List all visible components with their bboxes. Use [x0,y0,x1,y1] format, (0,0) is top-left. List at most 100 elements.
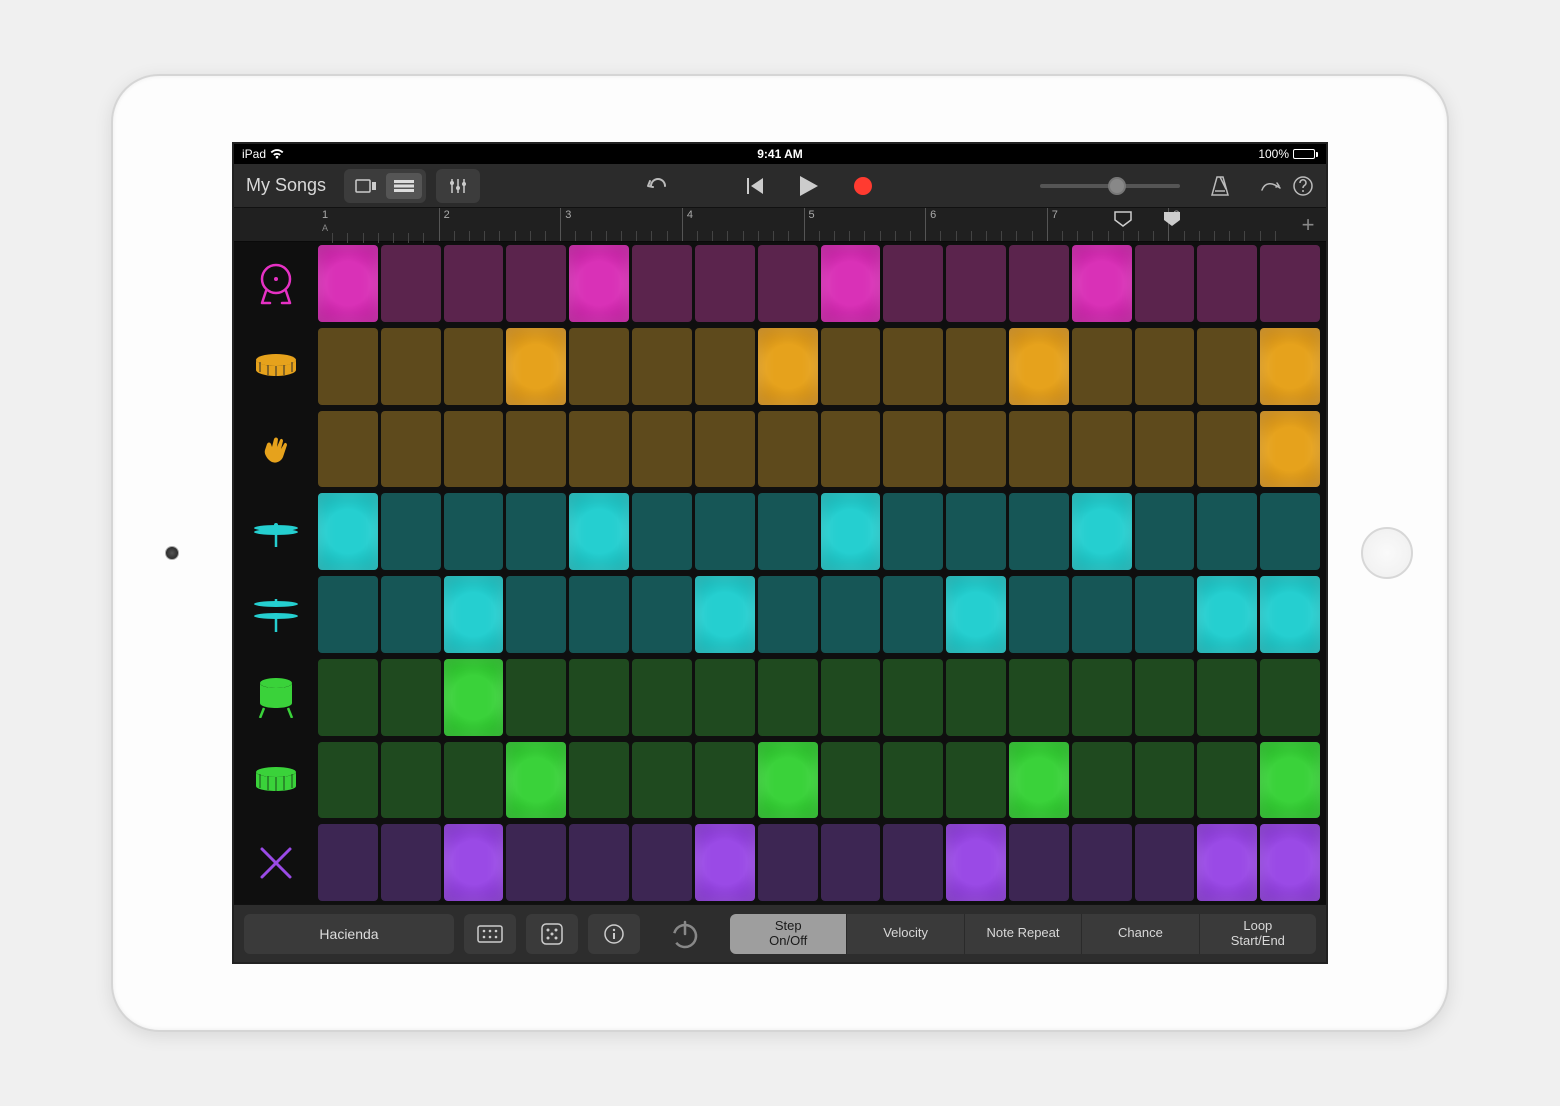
step-cell[interactable] [946,659,1006,736]
step-cell[interactable] [1135,411,1195,488]
step-cell[interactable] [1072,742,1132,819]
mode-tab-chance[interactable]: Chance [1081,914,1198,954]
metronome-button[interactable] [1210,175,1230,197]
step-cell[interactable] [1135,659,1195,736]
step-cell[interactable] [632,824,692,901]
mode-tab-step[interactable]: StepOn/Off [730,914,846,954]
step-cell[interactable] [1135,824,1195,901]
step-cell[interactable] [1009,576,1069,653]
step-cell[interactable] [883,328,943,405]
step-cell[interactable] [758,742,818,819]
step-cell[interactable] [632,245,692,322]
step-cell[interactable] [506,493,566,570]
step-cell[interactable] [695,328,755,405]
step-cell[interactable] [318,576,378,653]
step-cell[interactable] [1197,659,1257,736]
step-cell[interactable] [1135,245,1195,322]
step-cell[interactable] [632,742,692,819]
step-cell[interactable] [883,576,943,653]
step-cell[interactable] [821,411,881,488]
step-cell[interactable] [569,659,629,736]
step-cell[interactable] [444,328,504,405]
step-cell[interactable] [506,328,566,405]
step-cell[interactable] [1197,824,1257,901]
step-cell[interactable] [318,493,378,570]
ruler-beat-7[interactable]: 7 [1047,208,1169,241]
step-cell[interactable] [883,245,943,322]
step-cell[interactable] [444,742,504,819]
play-button[interactable] [794,171,824,201]
step-cell[interactable] [758,659,818,736]
step-cell[interactable] [1009,824,1069,901]
step-cell[interactable] [883,742,943,819]
step-cell[interactable] [821,245,881,322]
step-cell[interactable] [1009,411,1069,488]
ruler-beat-8[interactable]: 8 [1168,208,1290,241]
kit-selector[interactable]: Hacienda [244,914,454,954]
step-cell[interactable] [318,742,378,819]
step-cell[interactable] [695,411,755,488]
step-cell[interactable] [821,824,881,901]
ruler-beat-1[interactable]: 1A [318,208,439,241]
hihat-closed-icon[interactable] [234,493,318,570]
step-cell[interactable] [1072,328,1132,405]
timeline-ruler[interactable]: 1A2345678+ [234,208,1326,242]
step-cell[interactable] [1197,742,1257,819]
ruler-beat-4[interactable]: 4 [682,208,804,241]
step-cell[interactable] [946,576,1006,653]
step-cell[interactable] [1009,245,1069,322]
ruler-beat-6[interactable]: 6 [925,208,1047,241]
step-cell[interactable] [444,824,504,901]
step-cell[interactable] [1260,742,1320,819]
step-cell[interactable] [569,411,629,488]
step-cell[interactable] [1009,742,1069,819]
kick-drum-icon[interactable] [234,245,318,322]
undo-button[interactable] [642,171,672,201]
step-cell[interactable] [506,659,566,736]
step-cell[interactable] [1135,576,1195,653]
step-cell[interactable] [758,493,818,570]
step-cell[interactable] [506,245,566,322]
step-cell[interactable] [1135,328,1195,405]
step-cell[interactable] [758,824,818,901]
step-cell[interactable] [318,245,378,322]
step-cell[interactable] [1197,493,1257,570]
step-cell[interactable] [381,824,441,901]
step-cell[interactable] [569,493,629,570]
add-section-button[interactable]: + [1290,208,1326,241]
step-cell[interactable] [318,824,378,901]
step-cell[interactable] [758,328,818,405]
step-cell[interactable] [1260,576,1320,653]
step-cell[interactable] [1072,659,1132,736]
browser-view-button[interactable] [348,173,384,199]
info-button[interactable] [588,914,640,954]
step-cell[interactable] [569,742,629,819]
mode-tab-loop[interactable]: LoopStart/End [1199,914,1316,954]
record-button[interactable] [848,171,878,201]
step-cell[interactable] [946,742,1006,819]
floor-tom-icon[interactable] [234,742,318,819]
step-cell[interactable] [1135,742,1195,819]
ruler-beat-2[interactable]: 2 [439,208,561,241]
step-cell[interactable] [946,328,1006,405]
step-cell[interactable] [1197,328,1257,405]
mode-tab-velocity[interactable]: Velocity [846,914,963,954]
step-cell[interactable] [632,659,692,736]
step-cell[interactable] [506,824,566,901]
tom-icon[interactable] [234,659,318,736]
step-cell[interactable] [506,411,566,488]
master-volume-slider[interactable] [1040,184,1180,188]
step-cell[interactable] [883,659,943,736]
step-cell[interactable] [444,659,504,736]
step-cell[interactable] [821,742,881,819]
step-cell[interactable] [821,493,881,570]
step-cell[interactable] [1197,245,1257,322]
step-cell[interactable] [632,328,692,405]
step-cell[interactable] [695,659,755,736]
volume-thumb[interactable] [1108,177,1126,195]
step-cell[interactable] [381,493,441,570]
step-cell[interactable] [381,328,441,405]
home-button[interactable] [1361,527,1413,579]
step-cell[interactable] [632,576,692,653]
step-cell[interactable] [946,411,1006,488]
